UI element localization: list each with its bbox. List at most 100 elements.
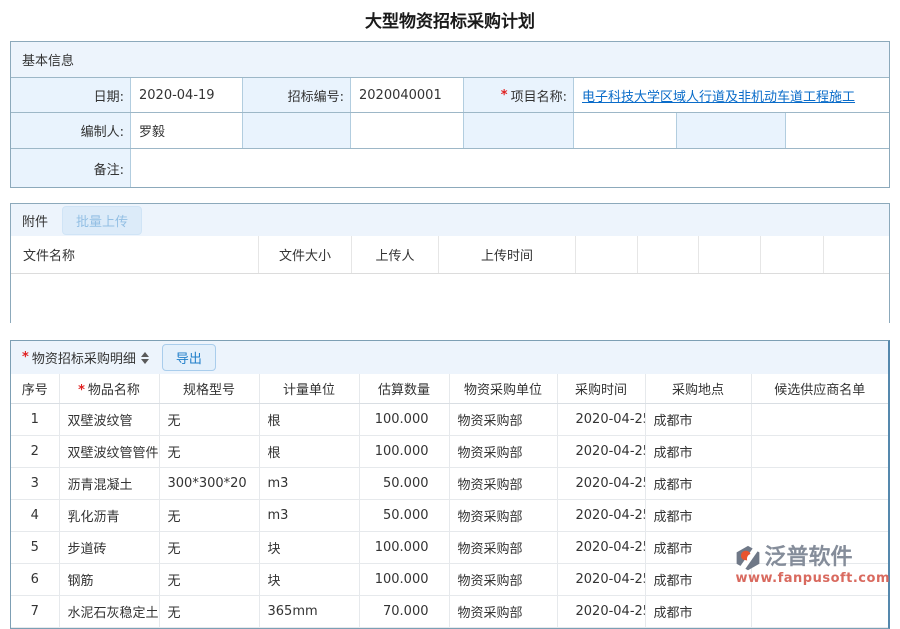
table-row[interactable]: 3沥青混凝土300*300*20m350.000物资采购部2020-04-25成… xyxy=(11,468,888,500)
empty-column-header xyxy=(824,236,889,273)
cell: 成都市 xyxy=(645,596,751,628)
cell xyxy=(751,436,888,468)
cell: 沥青混凝土 xyxy=(59,468,159,500)
column-header: 文件名称 xyxy=(11,236,259,273)
project-name-cell: 电子科技大学区域人行道及非机动车道工程施工 xyxy=(574,78,889,112)
empty-column-header xyxy=(761,236,824,273)
cell: 钢筋 xyxy=(59,564,159,596)
basic-info-section-header: 基本信息 xyxy=(11,42,889,77)
cell: 成都市 xyxy=(645,404,751,436)
cell: 3 xyxy=(11,468,59,500)
basic-info-title: 基本信息 xyxy=(22,50,74,69)
page-title: 大型物资招标采购计划 xyxy=(0,0,900,41)
cell: 块 xyxy=(259,564,359,596)
date-label: 日期: xyxy=(11,78,131,112)
creator-label: 编制人: xyxy=(11,113,131,148)
bid-no-value: 2020040001 xyxy=(351,78,464,112)
table-row[interactable]: 7水泥石灰稳定土无365mm70.000物资采购部2020-04-25成都市 xyxy=(11,596,888,628)
cell: 水泥石灰稳定土 xyxy=(59,596,159,628)
basic-info-row-2: 编制人: 罗毅 xyxy=(11,112,889,148)
empty-label-cell xyxy=(677,113,786,148)
cell: 成都市 xyxy=(645,468,751,500)
cell: 2020-04-25 xyxy=(557,532,645,564)
empty-column-header xyxy=(576,236,638,273)
creator-value: 罗毅 xyxy=(131,113,243,148)
column-header: 估算数量 xyxy=(359,374,449,404)
cell xyxy=(751,468,888,500)
cell: 50.000 xyxy=(359,500,449,532)
cell: 物资采购部 xyxy=(449,532,557,564)
cell: 2020-04-25 xyxy=(557,596,645,628)
cell: 无 xyxy=(159,596,259,628)
cell xyxy=(751,564,888,596)
column-header: 计量单位 xyxy=(259,374,359,404)
cell: 100.000 xyxy=(359,404,449,436)
cell xyxy=(751,404,888,436)
cell: 100.000 xyxy=(359,532,449,564)
column-header: 物资采购单位 xyxy=(449,374,557,404)
project-name-link[interactable]: 电子科技大学区域人行道及非机动车道工程施工 xyxy=(582,86,855,105)
column-header: 上传人 xyxy=(352,236,439,273)
empty-column-header xyxy=(638,236,699,273)
empty-column-header xyxy=(699,236,761,273)
cell: 无 xyxy=(159,436,259,468)
cell: 无 xyxy=(159,500,259,532)
detail-section: * 物资招标采购明细 导出 序号*物品名称规格型号计量单位估算数量物资采购单位采… xyxy=(10,340,890,629)
required-asterisk: * xyxy=(22,350,29,365)
cell: 6 xyxy=(11,564,59,596)
cell: 2020-04-25 xyxy=(557,436,645,468)
column-header: 上传时间 xyxy=(439,236,576,273)
cell: 1 xyxy=(11,404,59,436)
empty-label-cell xyxy=(243,113,351,148)
export-button[interactable]: 导出 xyxy=(162,344,216,371)
date-value: 2020-04-19 xyxy=(131,78,243,112)
cell: 物资采购部 xyxy=(449,404,557,436)
detail-table-header-row: 序号*物品名称规格型号计量单位估算数量物资采购单位采购时间采购地点候选供应商名单 xyxy=(11,374,888,404)
cell: 2020-04-25 xyxy=(557,564,645,596)
column-header: 候选供应商名单 xyxy=(751,374,888,404)
cell: m3 xyxy=(259,500,359,532)
column-header: 规格型号 xyxy=(159,374,259,404)
required-asterisk: * xyxy=(78,383,85,398)
batch-upload-button[interactable]: 批量上传 xyxy=(62,206,142,235)
detail-section-header: * 物资招标采购明细 导出 xyxy=(11,341,888,374)
cell: 2 xyxy=(11,436,59,468)
column-header: *物品名称 xyxy=(59,374,159,404)
cell: 无 xyxy=(159,404,259,436)
cell: 100.000 xyxy=(359,564,449,596)
table-row[interactable]: 6钢筋无块100.000物资采购部2020-04-25成都市 xyxy=(11,564,888,596)
empty-value-cell xyxy=(574,113,677,148)
table-row[interactable]: 2双壁波纹管管件无根100.000物资采购部2020-04-25成都市 xyxy=(11,436,888,468)
table-row[interactable]: 1双壁波纹管无根100.000物资采购部2020-04-25成都市 xyxy=(11,404,888,436)
cell: 成都市 xyxy=(645,500,751,532)
table-row[interactable]: 4乳化沥青无m350.000物资采购部2020-04-25成都市 xyxy=(11,500,888,532)
detail-section-title: 物资招标采购明细 xyxy=(32,348,136,367)
attachments-title: 附件 xyxy=(22,211,48,230)
cell: 4 xyxy=(11,500,59,532)
detail-table: 序号*物品名称规格型号计量单位估算数量物资采购单位采购时间采购地点候选供应商名单… xyxy=(11,374,888,628)
cell: 根 xyxy=(259,436,359,468)
cell: 100.000 xyxy=(359,436,449,468)
sort-icon[interactable] xyxy=(141,352,149,364)
cell: 成都市 xyxy=(645,564,751,596)
cell: 根 xyxy=(259,404,359,436)
cell: 无 xyxy=(159,532,259,564)
column-header: 文件大小 xyxy=(259,236,352,273)
required-asterisk: * xyxy=(501,88,508,103)
cell: 50.000 xyxy=(359,468,449,500)
empty-value-cell xyxy=(351,113,464,148)
cell: 2020-04-25 xyxy=(557,404,645,436)
remark-value xyxy=(131,149,889,187)
cell: 365mm xyxy=(259,596,359,628)
cell: 物资采购部 xyxy=(449,500,557,532)
attachments-section: 附件 批量上传 文件名称文件大小上传人上传时间 xyxy=(10,203,890,323)
attachments-table-header: 文件名称文件大小上传人上传时间 xyxy=(11,236,889,274)
empty-label-cell xyxy=(464,113,574,148)
cell xyxy=(751,596,888,628)
table-row[interactable]: 5步道砖无块100.000物资采购部2020-04-25成都市 xyxy=(11,532,888,564)
cell: 物资采购部 xyxy=(449,468,557,500)
cell: 物资采购部 xyxy=(449,436,557,468)
basic-info-row-3: 备注: xyxy=(11,148,889,187)
column-header: 采购地点 xyxy=(645,374,751,404)
cell: 5 xyxy=(11,532,59,564)
